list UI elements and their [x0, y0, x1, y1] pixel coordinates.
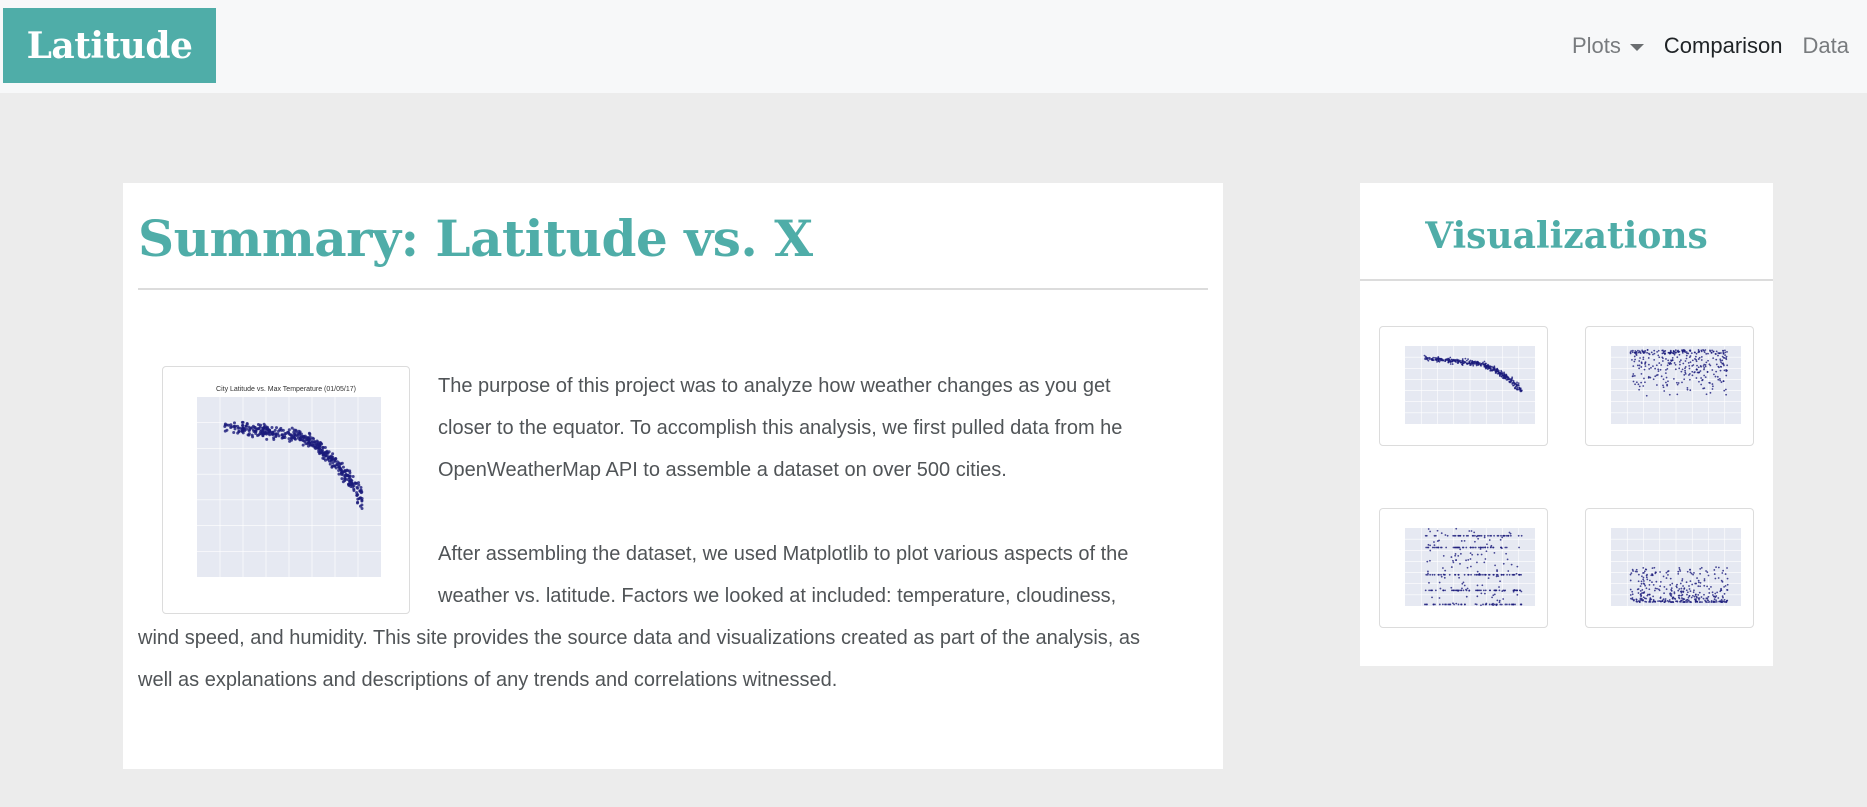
nav-plots-dropdown[interactable]: Plots [1572, 33, 1644, 59]
nav-plots-label: Plots [1571, 33, 1621, 58]
wind-speed-thumbnail-plot [1611, 528, 1741, 606]
visualizations-title: Visualizations [1425, 215, 1708, 257]
humidity-thumbnail-plot [1611, 346, 1741, 424]
thumbnail-max-temperature[interactable] [1379, 326, 1548, 446]
nav-links: Plots Comparison Data [1552, 28, 1849, 64]
caret-down-icon [1629, 43, 1644, 51]
visualizations-divider [1360, 279, 1773, 281]
title-divider [138, 288, 1208, 290]
summary-panel: Summary: Latitude vs. X City Latitude vs… [123, 183, 1223, 769]
nav-data[interactable]: Data [1803, 33, 1849, 59]
cloudiness-thumbnail-plot [1405, 527, 1535, 607]
navbar: Latitude Plots Comparison Data [0, 0, 1867, 93]
brand-logo[interactable]: Latitude [3, 8, 216, 83]
thumbnail-humidity[interactable] [1585, 326, 1754, 446]
visualizations-panel: Visualizations [1360, 183, 1773, 666]
thumbnail-cloudiness[interactable] [1379, 508, 1548, 628]
thumbnail-wind-speed[interactable] [1585, 508, 1754, 628]
summary-text: The purpose of this project was to analy… [138, 365, 1148, 701]
temperature-thumbnail-plot [1405, 346, 1535, 424]
summary-title: Summary: Latitude vs. X [138, 209, 813, 268]
nav-comparison[interactable]: Comparison [1664, 33, 1783, 59]
